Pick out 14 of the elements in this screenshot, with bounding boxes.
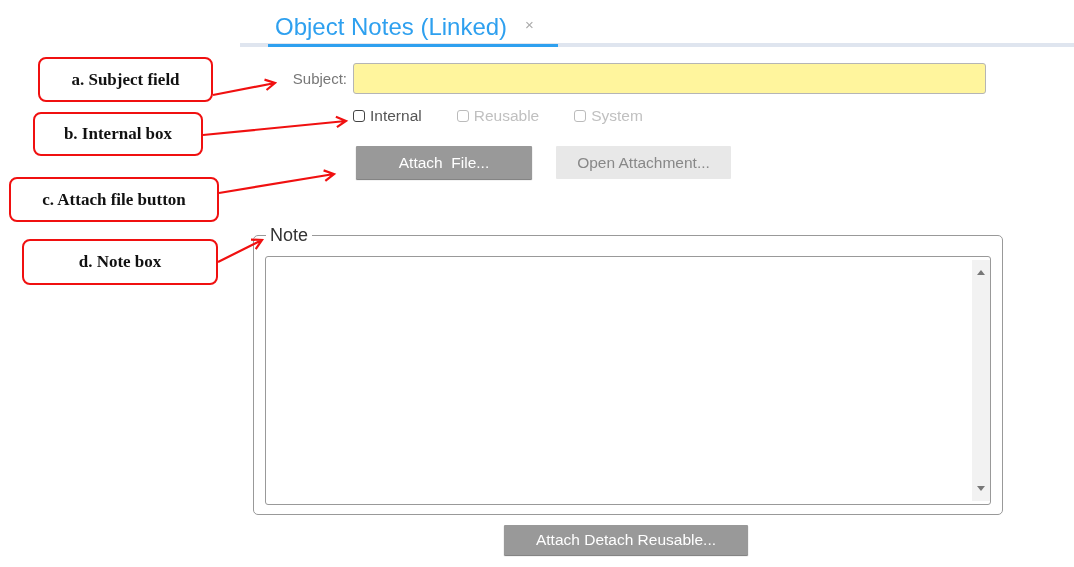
close-button[interactable]: × xyxy=(525,15,534,33)
note-legend: Note xyxy=(266,225,313,246)
checkbox-label: Internal xyxy=(370,107,422,125)
callout-label: d. Note box xyxy=(22,239,218,285)
checkbox-label: System xyxy=(591,107,643,125)
attach-detach-button[interactable]: Attach Detach Reusable... xyxy=(504,525,748,555)
callout-label: c. Attach file button xyxy=(9,177,219,222)
callout-label: a. Subject field xyxy=(38,57,213,102)
subject-label: Subject: xyxy=(291,70,347,87)
tab-title: Object Notes (Linked) xyxy=(275,13,508,41)
tab[interactable]: Object Notes (Linked) × xyxy=(268,13,558,47)
action-button[interactable]: Attach File... xyxy=(356,146,532,179)
callout-label: b. Internal box xyxy=(33,112,203,156)
checkbox-label: Reusable xyxy=(473,107,540,125)
